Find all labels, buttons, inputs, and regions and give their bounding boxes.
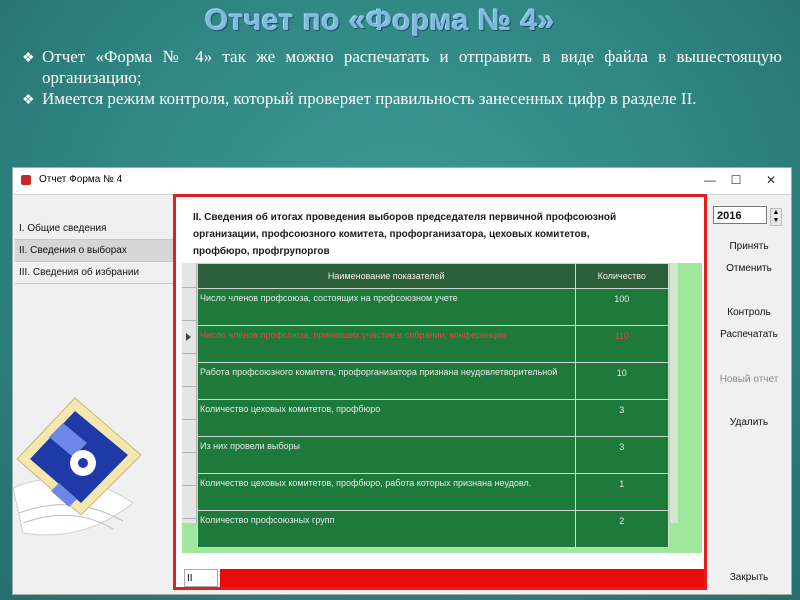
bullet-list: ❖ Отчет «Форма № 4» так же можно распеча…	[22, 46, 782, 111]
table-row[interactable]: Из них провели выборы 3	[197, 436, 670, 474]
row-selector[interactable]	[182, 420, 196, 453]
column-header-count[interactable]: Количество	[574, 263, 670, 289]
indicator-name: Число членов профсоюза, принявших участи…	[197, 325, 576, 363]
row-selector-current[interactable]	[182, 321, 196, 354]
bullet-text: Имеется режим контроля, который проверяе…	[42, 89, 697, 108]
report-table-area: Наименование показателей Количество Числ…	[182, 263, 702, 553]
close-button[interactable]: Закрыть	[713, 572, 785, 583]
indicator-name: Работа профсоюзного комитета, профоргани…	[197, 362, 576, 400]
table-scrollbar[interactable]	[670, 263, 678, 523]
cancel-button[interactable]: Отменить	[713, 263, 785, 274]
slide-title: Отчет по «Форма № 4»	[204, 4, 556, 37]
accept-button[interactable]: Принять	[713, 241, 785, 252]
indicator-value[interactable]: 2	[574, 510, 670, 548]
delete-button[interactable]: Удалить	[713, 417, 785, 428]
new-report-button[interactable]: Новый отчет	[713, 374, 785, 385]
window-title: Отчет Форма № 4	[39, 174, 123, 185]
diamond-bullet-icon: ❖	[22, 51, 35, 66]
minimize-button[interactable]: —	[697, 171, 723, 189]
indicator-value[interactable]: 100	[574, 288, 670, 326]
row-selector[interactable]	[182, 288, 196, 321]
year-spinner[interactable]: ▲ ▼	[770, 208, 782, 226]
indicator-value[interactable]: 10	[574, 362, 670, 400]
indicator-name: Количество цеховых комитетов, профбюро	[197, 399, 576, 437]
app-window: Отчет Форма № 4 — ☐ ✕ I. Общие сведения …	[12, 167, 792, 595]
row-selector[interactable]	[182, 453, 196, 486]
print-button[interactable]: Распечатать	[713, 329, 785, 340]
indicator-name: Из них провели выборы	[197, 436, 576, 474]
year-field[interactable]: 2016	[713, 206, 767, 224]
row-selector[interactable]	[182, 387, 196, 420]
indicator-value[interactable]: 110	[574, 325, 670, 363]
indicator-value[interactable]: 3	[574, 436, 670, 474]
table-row-highlighted[interactable]: Число членов профсоюза, принявших участи…	[197, 325, 670, 363]
table-row[interactable]: Количество цеховых комитетов, профбюро, …	[197, 473, 670, 511]
row-selector-column	[182, 263, 197, 523]
control-status-bar	[220, 569, 704, 587]
section-status-label: II	[184, 569, 218, 587]
indicator-name: Количество цеховых комитетов, профбюро, …	[197, 473, 576, 511]
diamond-bullet-icon: ❖	[22, 93, 35, 108]
indicator-value[interactable]: 1	[574, 473, 670, 511]
sidebar-item-elections[interactable]: II. Сведения о выборах	[15, 240, 173, 262]
row-selector[interactable]	[182, 486, 196, 519]
row-selector-header	[182, 263, 196, 288]
bullet-item: ❖ Отчет «Форма № 4» так же можно распеча…	[22, 46, 782, 88]
sidebar-item-general[interactable]: I. Общие сведения	[15, 218, 173, 240]
window-titlebar[interactable]: Отчет Форма № 4 — ☐ ✕	[13, 168, 791, 195]
maximize-button[interactable]: ☐	[723, 171, 749, 189]
indicator-name: Число членов профсоюза, состоящих на про…	[197, 288, 576, 326]
bullet-item: ❖ Имеется режим контроля, который провер…	[22, 88, 782, 111]
table-row[interactable]: Число членов профсоюза, состоящих на про…	[197, 288, 670, 326]
table-row[interactable]: Количество профсоюзных групп 2	[197, 510, 670, 548]
column-header-name[interactable]: Наименование показателей	[197, 263, 576, 289]
current-row-arrow-icon	[186, 333, 191, 341]
table-row[interactable]: Работа профсоюзного комитета, профоргани…	[197, 362, 670, 400]
table-row[interactable]: Количество цеховых комитетов, профбюро 3	[197, 399, 670, 437]
section-title: II. Сведения об итогах проведения выборо…	[193, 212, 617, 257]
indicators-table: Наименование показателей Количество Числ…	[197, 263, 670, 548]
row-selector[interactable]	[182, 354, 196, 387]
close-window-button[interactable]: ✕	[758, 171, 784, 189]
sidebar-item-appointment[interactable]: III. Сведения об избрании	[15, 262, 173, 284]
app-icon	[21, 175, 31, 185]
control-button[interactable]: Контроль	[713, 307, 785, 318]
floppy-disk-illustration	[13, 397, 142, 536]
section-nav: I. Общие сведения II. Сведения о выборах…	[15, 218, 173, 284]
bullet-text: Отчет «Форма № 4» так же можно распечата…	[42, 47, 782, 87]
report-form-panel: II. Сведения об итогах проведения выборо…	[173, 194, 707, 590]
indicator-name: Количество профсоюзных групп	[197, 510, 576, 548]
indicator-value[interactable]: 3	[574, 399, 670, 437]
